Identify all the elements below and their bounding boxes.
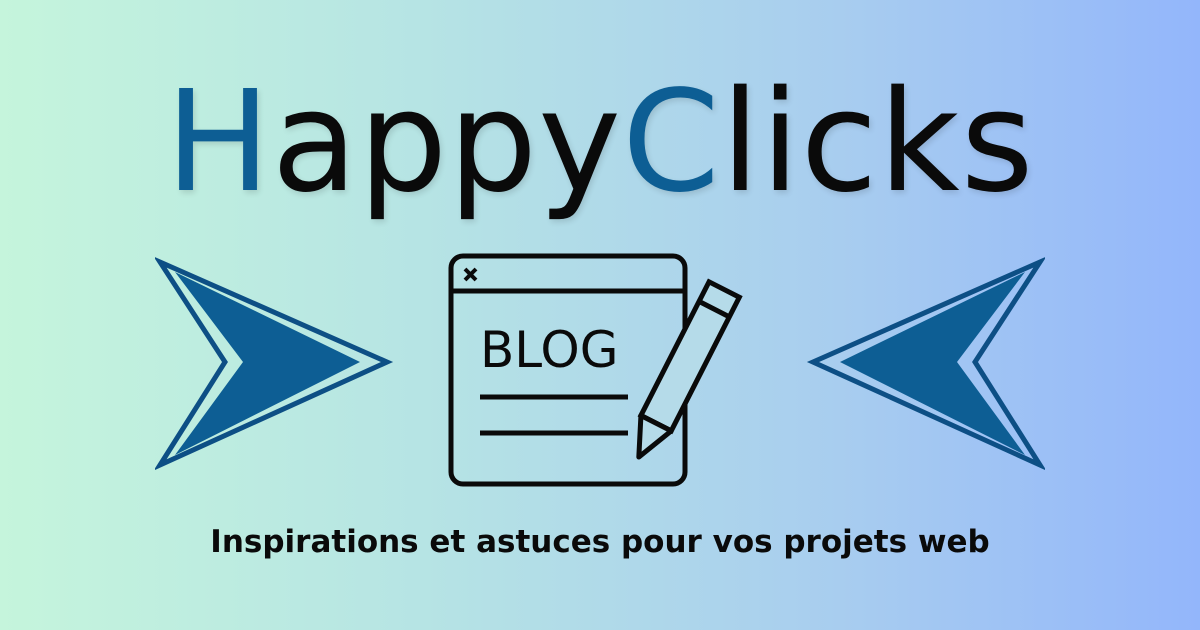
- brand-word-licks: licks: [720, 61, 1035, 224]
- close-icon: [463, 267, 478, 282]
- arrow-right-icon: [155, 257, 394, 471]
- brand-letter-h: H: [165, 61, 272, 224]
- brand-word-appy: appy: [271, 61, 623, 224]
- blog-pencil-icon: BLOG: [448, 253, 743, 487]
- pencil-icon: [636, 278, 743, 460]
- arrow-left-icon: [806, 257, 1045, 471]
- tagline: Inspirations et astuces pour vos projets…: [210, 524, 990, 560]
- blog-label: BLOG: [480, 321, 618, 379]
- brand-logo: HappyClicks: [0, 58, 1200, 228]
- brand-letter-c: C: [622, 61, 721, 224]
